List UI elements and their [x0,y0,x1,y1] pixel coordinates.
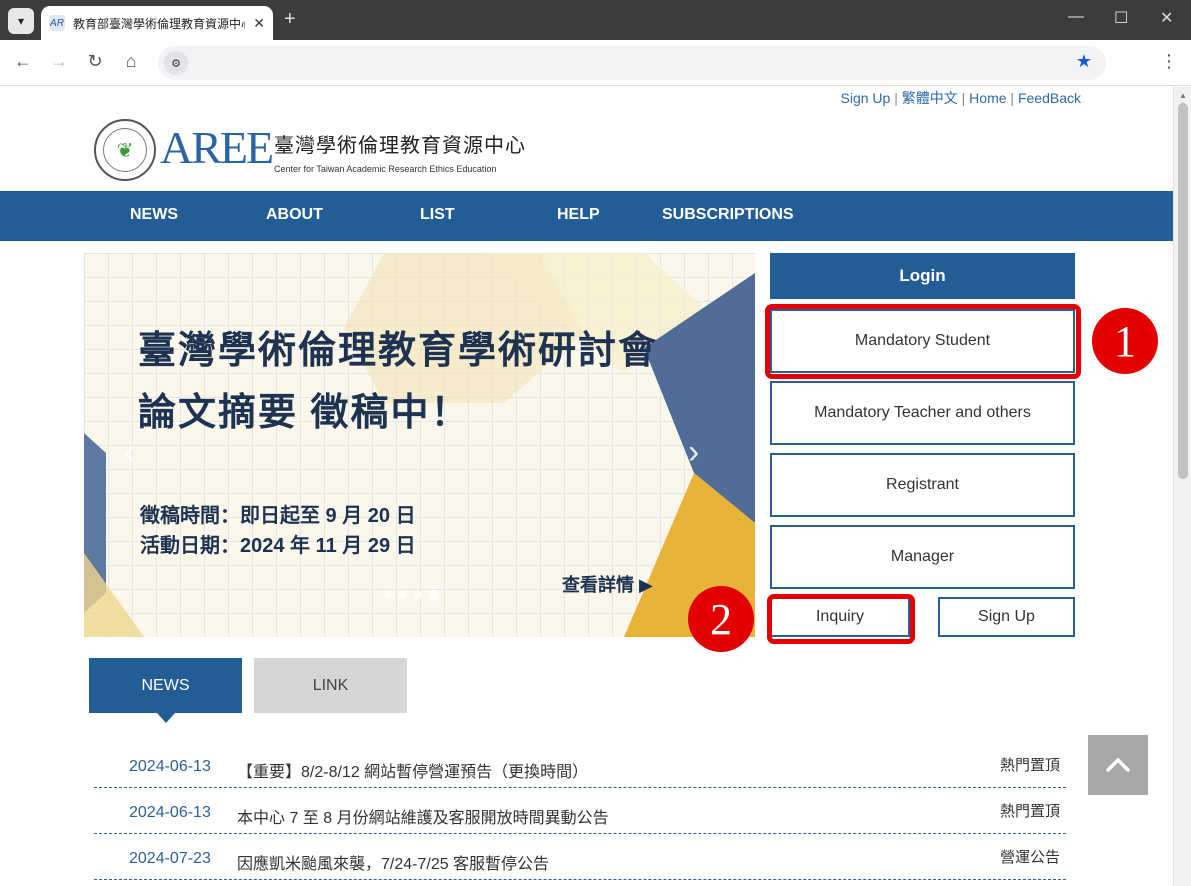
banner-carousel[interactable]: 臺灣學術倫理教育學術研討會 論文摘要 徵稿中！ 徵稿時間：即日起至 9 月 20… [84,253,755,637]
chevron-down-icon[interactable]: ▾ [8,8,34,34]
tab-link[interactable]: LINK [254,658,407,713]
top-signup-link[interactable]: Sign Up [841,90,891,106]
home-link[interactable]: Home [969,90,1006,106]
highlight-box-2 [767,594,915,644]
main-navigation: NEWS ABOUT LIST HELP SUBSCRIPTIONS [0,191,1173,241]
scroll-up-icon[interactable]: ▲ [1179,91,1187,100]
sprout-icon: ❦ [103,128,147,172]
carousel-next-icon[interactable]: › [688,433,699,472]
browser-tab-bar: ▾ AR 教育部臺灣學術倫理教育資源中心 ✕ + — ☐ ✕ [0,0,1191,40]
address-bar[interactable]: ⚙ ★ [158,46,1106,80]
close-icon[interactable]: ✕ [253,15,265,32]
logo-chinese-name: 臺灣學術倫理教育資源中心 [274,135,526,157]
carousel-indicators [384,590,439,600]
news-list: 2024-06-13 【重要】8/2-8/12 網站暫停營運預告（更換時間） 熱… [94,742,1066,880]
registrant-button[interactable]: Registrant [770,453,1075,517]
minimize-icon[interactable]: — [1068,8,1084,26]
banner-headline-2: 論文摘要 徵稿中！ [138,392,471,434]
banner-background-shapes [84,253,755,637]
news-category: 熱門置頂 [999,757,1060,774]
separator: | [894,90,898,106]
traditional-chinese-link[interactable]: 繁體中文 [902,90,958,106]
home-icon[interactable]: ⌂ [119,51,143,72]
nav-subscriptions[interactable]: SUBSCRIPTIONS [662,206,794,224]
chevron-up-icon [1106,758,1130,772]
feedback-link[interactable]: FeedBack [1018,90,1081,106]
banner-headline-1: 臺灣學術倫理教育學術研討會 [138,330,659,372]
mandatory-teacher-button[interactable]: Mandatory Teacher and others [770,381,1075,445]
banner-detail-2: 活動日期：2024 年 11 月 29 日 [140,535,416,557]
news-title[interactable]: 【重要】8/2-8/12 網站暫停營運預告（更換時間） [237,758,588,782]
news-date: 2024-06-13 [129,758,211,775]
news-date: 2024-06-13 [129,804,211,821]
separator: | [1010,90,1015,106]
back-arrow-icon[interactable]: ← [11,51,35,72]
nav-list[interactable]: LIST [420,206,455,224]
top-links: Sign Up | 繁體中文 | Home | FeedBack [841,88,1081,108]
web-page: Sign Up | 繁體中文 | Home | FeedBack ❦ AREE … [0,87,1173,886]
carousel-dot[interactable] [414,591,422,599]
browser-tab[interactable]: AR 教育部臺灣學術倫理教育資源中心 ✕ [41,6,273,40]
carousel-prev-icon[interactable]: ‹ [124,433,135,472]
news-category: 熱門置頂 [999,803,1060,820]
page-scrollbar[interactable]: ▲ [1173,87,1191,886]
site-favicon: AR [49,15,65,31]
tab-title: 教育部臺灣學術倫理教育資源中心 [73,16,245,31]
back-to-top-button[interactable] [1088,735,1148,795]
list-item[interactable]: 2024-06-13 【重要】8/2-8/12 網站暫停營運預告（更換時間） 熱… [94,742,1066,788]
star-icon[interactable]: ★ [1076,51,1092,72]
forward-arrow-icon[interactable]: → [47,51,71,72]
plus-icon[interactable]: + [284,8,296,31]
kebab-menu-icon[interactable]: ⋮ [1160,51,1178,72]
banner-detail-1: 徵稿時間：即日起至 9 月 20 日 [140,505,416,527]
site-info-icon[interactable]: ⚙ [164,51,188,75]
news-title[interactable]: 本中心 7 至 8 月份網站維護及客服開放時間異動公告 [237,804,609,828]
news-category: 營運公告 [999,849,1060,866]
carousel-dot[interactable] [384,591,392,599]
tab-news[interactable]: NEWS [89,658,242,723]
news-date: 2024-07-23 [129,850,211,867]
window-close-icon[interactable]: ✕ [1160,8,1173,28]
manager-button[interactable]: Manager [770,525,1075,589]
browser-toolbar: ← → ↻ ⌂ ⚙ ★ [0,40,1191,86]
nav-news[interactable]: NEWS [130,206,178,224]
separator: | [961,90,966,106]
logo-mark-text: AREE [160,122,274,173]
news-title[interactable]: 因應凱米颱風來襲，7/24-7/25 客服暫停公告 [237,850,549,874]
callout-badge-1: 1 [1092,308,1158,374]
carousel-dot[interactable] [399,591,407,599]
list-item[interactable]: 2024-06-13 本中心 7 至 8 月份網站維護及客服開放時間異動公告 熱… [94,788,1066,834]
ministry-of-education-seal: ❦ [94,119,156,181]
logo-english-name: Center for Taiwan Academic Research Ethi… [274,164,497,174]
scrollbar-thumb[interactable] [1178,103,1188,479]
list-item[interactable]: 2024-07-23 因應凱米颱風來襲，7/24-7/25 客服暫停公告 營運公… [94,834,1066,880]
signup-button[interactable]: Sign Up [938,597,1075,637]
banner-more-link[interactable]: 查看詳情 ▶ [562,571,653,597]
nav-help[interactable]: HELP [557,206,600,224]
carousel-dot-active[interactable] [429,590,439,600]
maximize-icon[interactable]: ☐ [1114,8,1128,28]
aree-logo-mark: AREE [158,117,274,179]
reload-icon[interactable]: ↻ [83,51,107,72]
highlight-box-1 [765,304,1081,379]
login-header: Login [770,253,1075,299]
nav-about[interactable]: ABOUT [266,206,323,224]
callout-badge-2: 2 [688,586,754,652]
